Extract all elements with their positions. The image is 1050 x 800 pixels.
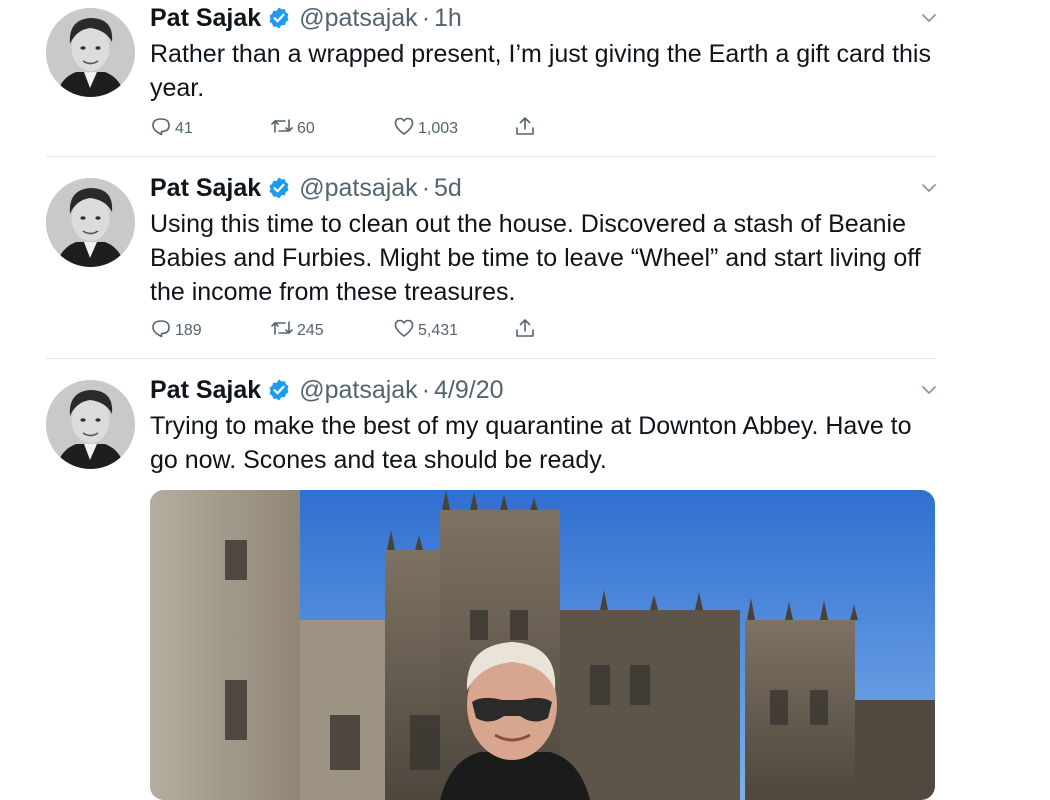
- timestamp[interactable]: 4/9/20: [434, 376, 504, 405]
- display-name[interactable]: Pat Sajak: [150, 4, 261, 33]
- tweet-divider: [46, 156, 936, 157]
- share-button[interactable]: [514, 115, 539, 142]
- reply-button[interactable]: 189: [150, 317, 202, 344]
- avatar[interactable]: [46, 380, 135, 469]
- tweet-photo[interactable]: [150, 490, 935, 800]
- tweet-actions: 189 245 5,431: [150, 317, 550, 343]
- chevron-down-icon[interactable]: [918, 7, 940, 29]
- tweet-actions: 41 60 1,003: [150, 115, 550, 141]
- avatar[interactable]: [46, 8, 135, 97]
- reply-icon: [150, 115, 175, 142]
- tweet-header: Pat Sajak @patsajak · 4/9/20: [150, 372, 504, 408]
- retweet-icon: [270, 115, 297, 142]
- share-button[interactable]: [514, 317, 539, 344]
- reply-count: 189: [175, 321, 202, 339]
- like-icon: [393, 115, 418, 142]
- tweet-text: Trying to make the best of my quarantine…: [150, 412, 912, 474]
- like-button[interactable]: 1,003: [393, 115, 458, 142]
- chevron-down-icon[interactable]: [918, 177, 940, 199]
- timestamp[interactable]: 5d: [434, 174, 462, 203]
- share-icon: [514, 317, 539, 344]
- user-handle[interactable]: @patsajak: [299, 4, 418, 33]
- reply-button[interactable]: 41: [150, 115, 193, 142]
- tweet-text: Using this time to clean out the house. …: [150, 210, 921, 306]
- retweet-count: 245: [297, 321, 324, 339]
- share-icon: [514, 115, 539, 142]
- retweet-count: 60: [297, 119, 315, 137]
- retweet-button[interactable]: 245: [270, 317, 324, 344]
- avatar[interactable]: [46, 178, 135, 267]
- separator-dot: ·: [421, 375, 431, 404]
- display-name[interactable]: Pat Sajak: [150, 174, 261, 203]
- tweet-header: Pat Sajak @patsajak · 5d: [150, 170, 462, 206]
- like-button[interactable]: 5,431: [393, 317, 458, 344]
- separator-dot: ·: [421, 3, 431, 32]
- tweet-header: Pat Sajak @patsajak · 1h: [150, 0, 462, 36]
- user-handle[interactable]: @patsajak: [299, 376, 418, 405]
- verified-badge-icon: [267, 176, 291, 200]
- verified-badge-icon: [267, 378, 291, 402]
- reply-icon: [150, 317, 175, 344]
- separator-dot: ·: [421, 173, 431, 202]
- verified-badge-icon: [267, 6, 291, 30]
- user-handle[interactable]: @patsajak: [299, 174, 418, 203]
- display-name[interactable]: Pat Sajak: [150, 376, 261, 405]
- tweet-divider: [46, 358, 936, 359]
- timestamp[interactable]: 1h: [434, 4, 462, 33]
- like-count: 5,431: [418, 321, 459, 339]
- retweet-button[interactable]: 60: [270, 115, 315, 142]
- like-count: 1,003: [418, 119, 459, 137]
- retweet-icon: [270, 317, 297, 344]
- like-icon: [393, 317, 418, 344]
- chevron-down-icon[interactable]: [918, 379, 940, 401]
- tweet-text: Rather than a wrapped present, I’m just …: [150, 40, 931, 102]
- reply-count: 41: [175, 119, 193, 137]
